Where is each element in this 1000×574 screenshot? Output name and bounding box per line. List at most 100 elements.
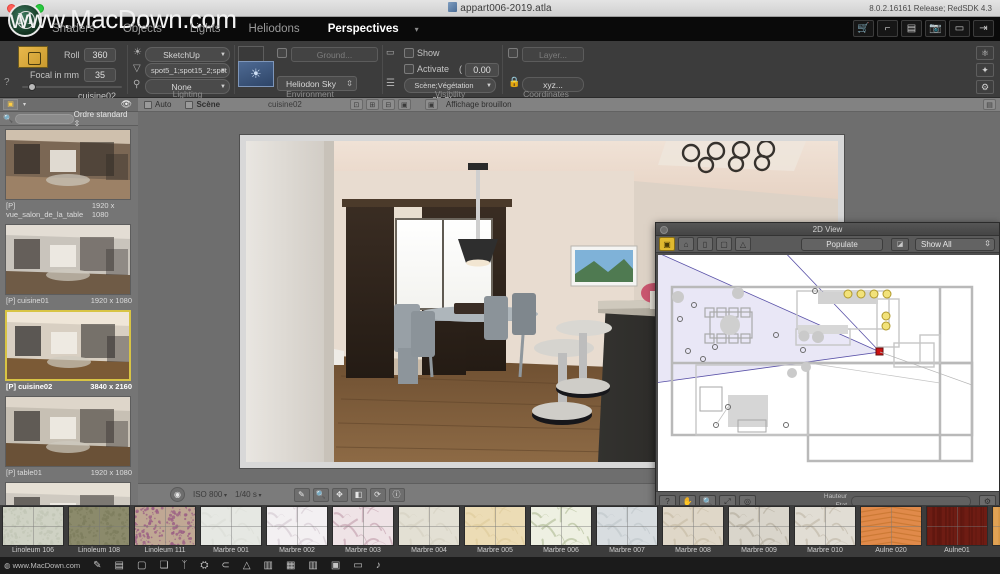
chevron-down-icon[interactable]: ▾ [23, 101, 26, 108]
sort-order-label[interactable]: Ordre standard ⇳ [74, 110, 135, 128]
view-options-icon[interactable]: ▤ [983, 99, 996, 110]
material-item[interactable]: Chêne 001 [990, 505, 1000, 557]
auto-toggle[interactable]: Auto [144, 100, 171, 109]
thumbnail-list[interactable]: [P] vue_salon_de_la_table 1920 x 1080 [P] … [0, 126, 138, 505]
thumbnail-image[interactable] [5, 482, 131, 505]
material-swatch[interactable] [332, 506, 394, 546]
thumbnail-image[interactable] [5, 224, 131, 295]
focal-slider[interactable] [22, 83, 122, 91]
render-settings-button[interactable]: ⚛ [976, 46, 994, 60]
thumbnail-item[interactable]: [P] vue_salon_de_la_table 1920 x 1080 [5, 129, 133, 221]
media-icon[interactable]: ▤ [901, 20, 922, 37]
material-swatch[interactable] [464, 506, 526, 546]
focal-slider-knob[interactable] [28, 83, 36, 91]
populate-button[interactable]: Populate [801, 238, 883, 251]
camera-persp-icon[interactable]: ⊂ [221, 560, 229, 571]
ruler-icon[interactable]: ⌐ [877, 20, 898, 37]
thumbnail-item[interactable]: [P] salon011920 x 1080 [5, 482, 133, 505]
material-item[interactable]: Linoleum 108 [66, 505, 132, 557]
material-swatch[interactable] [860, 506, 922, 546]
layer-checkbox[interactable] [508, 48, 518, 58]
move-icon[interactable]: ✥ [331, 487, 348, 502]
pick-color-icon[interactable]: ✎ [293, 487, 310, 502]
shaders-2d-icon[interactable]: ▢ [716, 237, 732, 251]
refresh-icon[interactable]: ⟳ [369, 487, 386, 502]
thumbnail-image[interactable] [5, 396, 131, 467]
pencil-icon[interactable]: ✎ [93, 560, 101, 571]
activate-checkbox[interactable] [404, 64, 414, 74]
safe-frame-icon[interactable]: ▣ [397, 99, 411, 110]
info-icon[interactable]: ⓘ [388, 487, 405, 502]
material-swatch[interactable] [68, 506, 130, 546]
heliodon-2d-icon[interactable]: △ [735, 237, 751, 251]
material-swatch[interactable] [794, 506, 856, 546]
roll-input[interactable]: 360 [84, 48, 116, 62]
tab-objects[interactable]: Objects [109, 19, 176, 39]
tab-lights[interactable]: Lights [176, 19, 235, 39]
perspective-icon[interactable]: ▣ [3, 99, 18, 110]
thumbnail-item[interactable]: [P] cuisine01 1920 x 1080 [5, 224, 133, 307]
material-swatch[interactable] [134, 506, 196, 546]
scene-checkbox[interactable] [185, 100, 194, 109]
material-item[interactable]: Linoleum 106 [0, 505, 66, 557]
material-swatch[interactable] [992, 506, 1000, 546]
material-item[interactable]: Marbre 003 [330, 505, 396, 557]
light-group-icon[interactable]: ⛭ [200, 560, 208, 571]
thumbnail-image[interactable] [5, 129, 131, 200]
aperture-icon[interactable]: ◉ [170, 487, 185, 502]
safe-frame-icon[interactable]: ▣ [424, 99, 438, 110]
light-icon[interactable]: ◧ [350, 487, 367, 502]
zoom-region-icon[interactable]: ⊟ [381, 99, 395, 110]
media-catalog-icon[interactable]: ▦ [286, 560, 295, 571]
sequence-icon[interactable]: ▭ [353, 560, 362, 571]
light-point-icon[interactable]: ᛉ [181, 560, 187, 571]
visibility-value-input[interactable]: 0.00 [465, 63, 499, 77]
camera-icon[interactable]: 📷 [925, 20, 946, 37]
sky-preview[interactable] [238, 61, 274, 87]
object-cube-icon[interactable]: ▢ [137, 560, 146, 571]
material-library-strip[interactable]: Linoleum 106 Linoleum 108 Linoleum 111 Marb… [0, 505, 1000, 557]
export-icon[interactable]: ⇥ [973, 20, 994, 37]
ground-checkbox[interactable] [277, 48, 287, 58]
material-item[interactable]: Marbre 007 [594, 505, 660, 557]
scene-toggle[interactable]: Scène [185, 100, 220, 109]
tab-menu-caret-icon[interactable]: ▾ [413, 19, 421, 39]
material-item[interactable]: Marbre 009 [726, 505, 792, 557]
material-item[interactable]: Marbre 010 [792, 505, 858, 557]
eye-icon[interactable]: 👁 [121, 99, 132, 110]
material-item[interactable]: Aulne01 [924, 505, 990, 557]
shaders-list-icon[interactable]: ▤ [115, 560, 124, 571]
window-icon[interactable]: ▭ [949, 20, 970, 37]
billboard-icon[interactable]: ▥ [264, 560, 273, 571]
search-input[interactable] [14, 113, 74, 124]
postprocess-button[interactable]: ✦ [976, 63, 994, 77]
object-add-icon[interactable]: ❏ [159, 560, 168, 571]
fit-view-icon[interactable]: ⊡ [349, 99, 363, 110]
material-item[interactable]: Marbre 002 [264, 505, 330, 557]
spots-popup[interactable]: spot5_1;spot15_2;spot [145, 63, 230, 78]
lights-2d-icon[interactable]: ▯ [697, 237, 713, 251]
shutter-selector[interactable]: 1/40 s [235, 490, 261, 499]
focal-input[interactable]: 35 [84, 68, 116, 82]
preferences-button[interactable]: ⚙ [976, 80, 994, 94]
material-item[interactable]: Linoleum 111 [132, 505, 198, 557]
camera-thumbnail[interactable] [18, 46, 48, 68]
iso-selector[interactable]: ISO 800 [193, 490, 227, 499]
floor-plan-canvas[interactable] [658, 255, 999, 491]
close-icon[interactable] [660, 226, 668, 234]
magnifier-icon[interactable]: 🔍 [312, 487, 329, 502]
tab-shaders[interactable]: Shaders [38, 19, 109, 39]
material-item[interactable]: Marbre 001 [198, 505, 264, 557]
heliodon-icon[interactable]: △ [243, 560, 251, 571]
material-swatch[interactable] [530, 506, 592, 546]
material-item[interactable]: Marbre 008 [660, 505, 726, 557]
material-item[interactable]: Marbre 004 [396, 505, 462, 557]
render-icon[interactable]: ▥ [308, 560, 317, 571]
ground-button[interactable]: Ground... [291, 47, 378, 62]
thumbnail-image[interactable] [5, 310, 131, 381]
preview-icon[interactable]: ▣ [331, 560, 340, 571]
material-swatch[interactable] [728, 506, 790, 546]
material-swatch[interactable] [200, 506, 262, 546]
thumbnail-item[interactable]: [P] table01 1920 x 1080 [5, 396, 133, 479]
material-item[interactable]: Marbre 006 [528, 505, 594, 557]
